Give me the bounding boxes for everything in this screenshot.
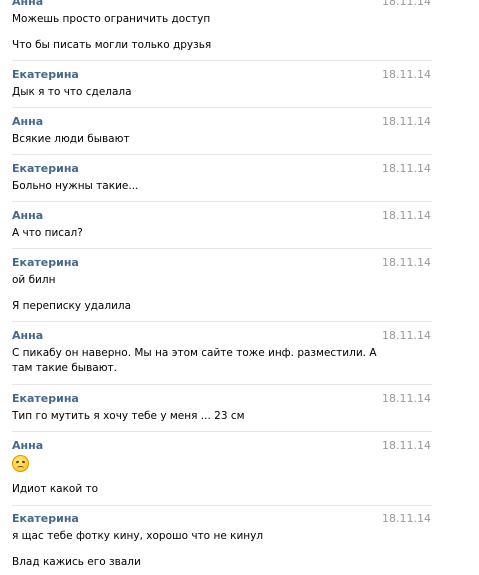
- message-text: Влад кажись его звали: [12, 556, 141, 568]
- message-divider: [12, 60, 432, 61]
- message-divider: [12, 384, 432, 385]
- message-divider: [12, 248, 432, 249]
- sender-name[interactable]: Анна: [12, 115, 43, 129]
- message-text: Всякие люди бывают: [12, 133, 130, 145]
- sender-name[interactable]: Екатерина: [12, 162, 79, 176]
- sender-name[interactable]: Екатерина: [12, 68, 79, 82]
- message-text: Дык я то что сделала: [12, 86, 132, 98]
- message-date[interactable]: 18.11.14: [382, 392, 431, 406]
- message-date[interactable]: 18.11.14: [382, 68, 431, 82]
- message-date[interactable]: 18.11.14: [382, 162, 431, 176]
- message-divider: [12, 505, 432, 506]
- message-date[interactable]: 18.11.14: [382, 209, 431, 223]
- message-text: С пикабу он наверно. Мы на этом сайте то…: [12, 347, 377, 374]
- message-date[interactable]: 18.11.14: [382, 0, 431, 9]
- sender-name[interactable]: Анна: [12, 0, 43, 9]
- message-text: я щас тебе фотку кину, хорошо что не кин…: [12, 530, 264, 542]
- message-text: Я переписку удалила: [12, 300, 132, 312]
- message-thread: Анна 18.11.14 Можешь просто ограничить д…: [0, 0, 479, 575]
- message-date[interactable]: 18.11.14: [382, 329, 431, 343]
- sender-name[interactable]: Екатерина: [12, 256, 79, 270]
- sender-name[interactable]: Анна: [12, 329, 43, 343]
- message-text: Идиот какой то: [12, 483, 99, 495]
- message-text: Можешь просто ограничить доступ: [12, 13, 211, 25]
- message-divider: [12, 107, 432, 108]
- sender-name[interactable]: Анна: [12, 439, 43, 453]
- message-divider: [12, 201, 432, 202]
- message-divider: [12, 321, 432, 322]
- disappointed-face-emoji-icon: [12, 455, 29, 472]
- message-date[interactable]: 18.11.14: [382, 439, 431, 453]
- message-date[interactable]: 18.11.14: [382, 115, 431, 129]
- message-text: Тип го мутить я хочу тебе у меня ... 23 …: [12, 410, 245, 422]
- message-text: А что писал?: [12, 227, 83, 239]
- sender-name[interactable]: Екатерина: [12, 392, 79, 406]
- message-text: Больно нужны такие...: [12, 180, 139, 192]
- sender-name[interactable]: Анна: [12, 209, 43, 223]
- message-date[interactable]: 18.11.14: [382, 512, 431, 526]
- sender-name[interactable]: Екатерина: [12, 512, 79, 526]
- message-divider: [12, 431, 432, 432]
- message-text: Что бы писать могли только друзья: [12, 39, 212, 51]
- message-divider: [12, 154, 432, 155]
- message-date[interactable]: 18.11.14: [382, 256, 431, 270]
- message-text: ой билн: [12, 274, 56, 286]
